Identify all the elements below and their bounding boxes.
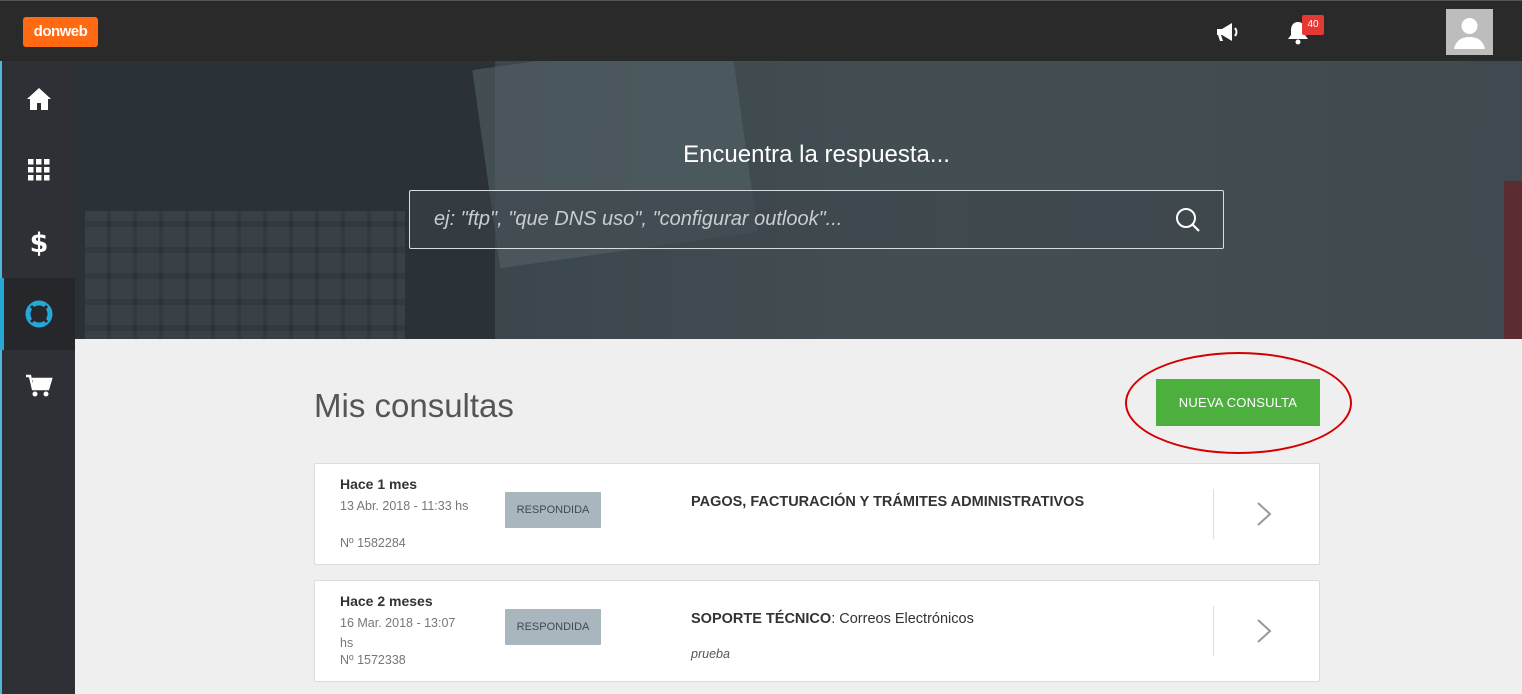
- ticket-number: Nº 1572338: [340, 653, 406, 667]
- page-title: Mis consultas: [314, 387, 514, 424]
- hero-title: Encuentra la respuesta...: [683, 141, 950, 168]
- search-box: [409, 190, 1224, 249]
- grid-icon: [27, 159, 49, 181]
- ticket-note: prueba: [691, 647, 730, 661]
- home-icon: [26, 88, 51, 110]
- user-avatar[interactable]: [1446, 9, 1493, 55]
- ticket-relative-time: Hace 1 mes: [340, 476, 418, 492]
- sidebar: $: [0, 61, 75, 694]
- svg-text:$: $: [29, 228, 48, 257]
- ticket-card[interactable]: Hace 1 mes 13 Abr. 2018 - 11:33 hs Nº 15…: [314, 463, 1320, 565]
- ticket-card[interactable]: Hace 2 meses 16 Mar. 2018 - 13:07 hs Nº …: [314, 580, 1320, 682]
- ticket-subcategory: : Correos Electrónicos: [831, 611, 974, 627]
- card-divider: [1213, 606, 1214, 656]
- ticket-date: 13 Abr. 2018 - 11:33 hs: [340, 499, 469, 513]
- chevron-right-icon[interactable]: [1255, 500, 1273, 528]
- ticket-category-main: SOPORTE TÉCNICO: [691, 611, 832, 627]
- card-divider: [1213, 489, 1214, 539]
- megaphone-icon[interactable]: [1213, 17, 1243, 47]
- hero-banner: Encuentra la respuesta...: [75, 61, 1522, 339]
- search-input[interactable]: [410, 191, 1150, 248]
- search-icon[interactable]: [1175, 207, 1201, 233]
- cart-icon: [25, 374, 53, 397]
- ticket-date: 16 Mar. 2018 - 13:07 hs: [340, 616, 456, 650]
- top-bar: donweb 40: [0, 0, 1522, 61]
- sidebar-item-support[interactable]: [0, 278, 75, 350]
- user-avatar-icon: [1454, 18, 1485, 49]
- status-badge: RESPONDIDA: [505, 492, 601, 528]
- notification-badge[interactable]: 40: [1302, 15, 1324, 35]
- chevron-right-icon[interactable]: [1255, 617, 1273, 645]
- sidebar-item-billing[interactable]: $: [2, 206, 75, 278]
- ticket-number: Nº 1582284: [340, 536, 406, 550]
- dollar-icon: $: [29, 228, 48, 257]
- new-ticket-button[interactable]: NUEVA CONSULTA: [1156, 379, 1320, 426]
- sidebar-item-apps[interactable]: [2, 134, 75, 206]
- lifebuoy-icon: [25, 300, 52, 328]
- sidebar-item-shop[interactable]: [2, 350, 75, 422]
- status-badge: RESPONDIDA: [505, 609, 601, 645]
- donweb-logo[interactable]: donweb: [23, 17, 98, 47]
- ticket-category: SOPORTE TÉCNICO: Correos Electrónicos: [691, 611, 974, 627]
- sidebar-item-home[interactable]: [2, 63, 75, 135]
- ticket-category-main: PAGOS, FACTURACIÓN Y TRÁMITES ADMINISTRA…: [691, 494, 1085, 510]
- ticket-category: PAGOS, FACTURACIÓN Y TRÁMITES ADMINISTRA…: [691, 494, 1084, 510]
- ticket-relative-time: Hace 2 meses: [340, 593, 433, 609]
